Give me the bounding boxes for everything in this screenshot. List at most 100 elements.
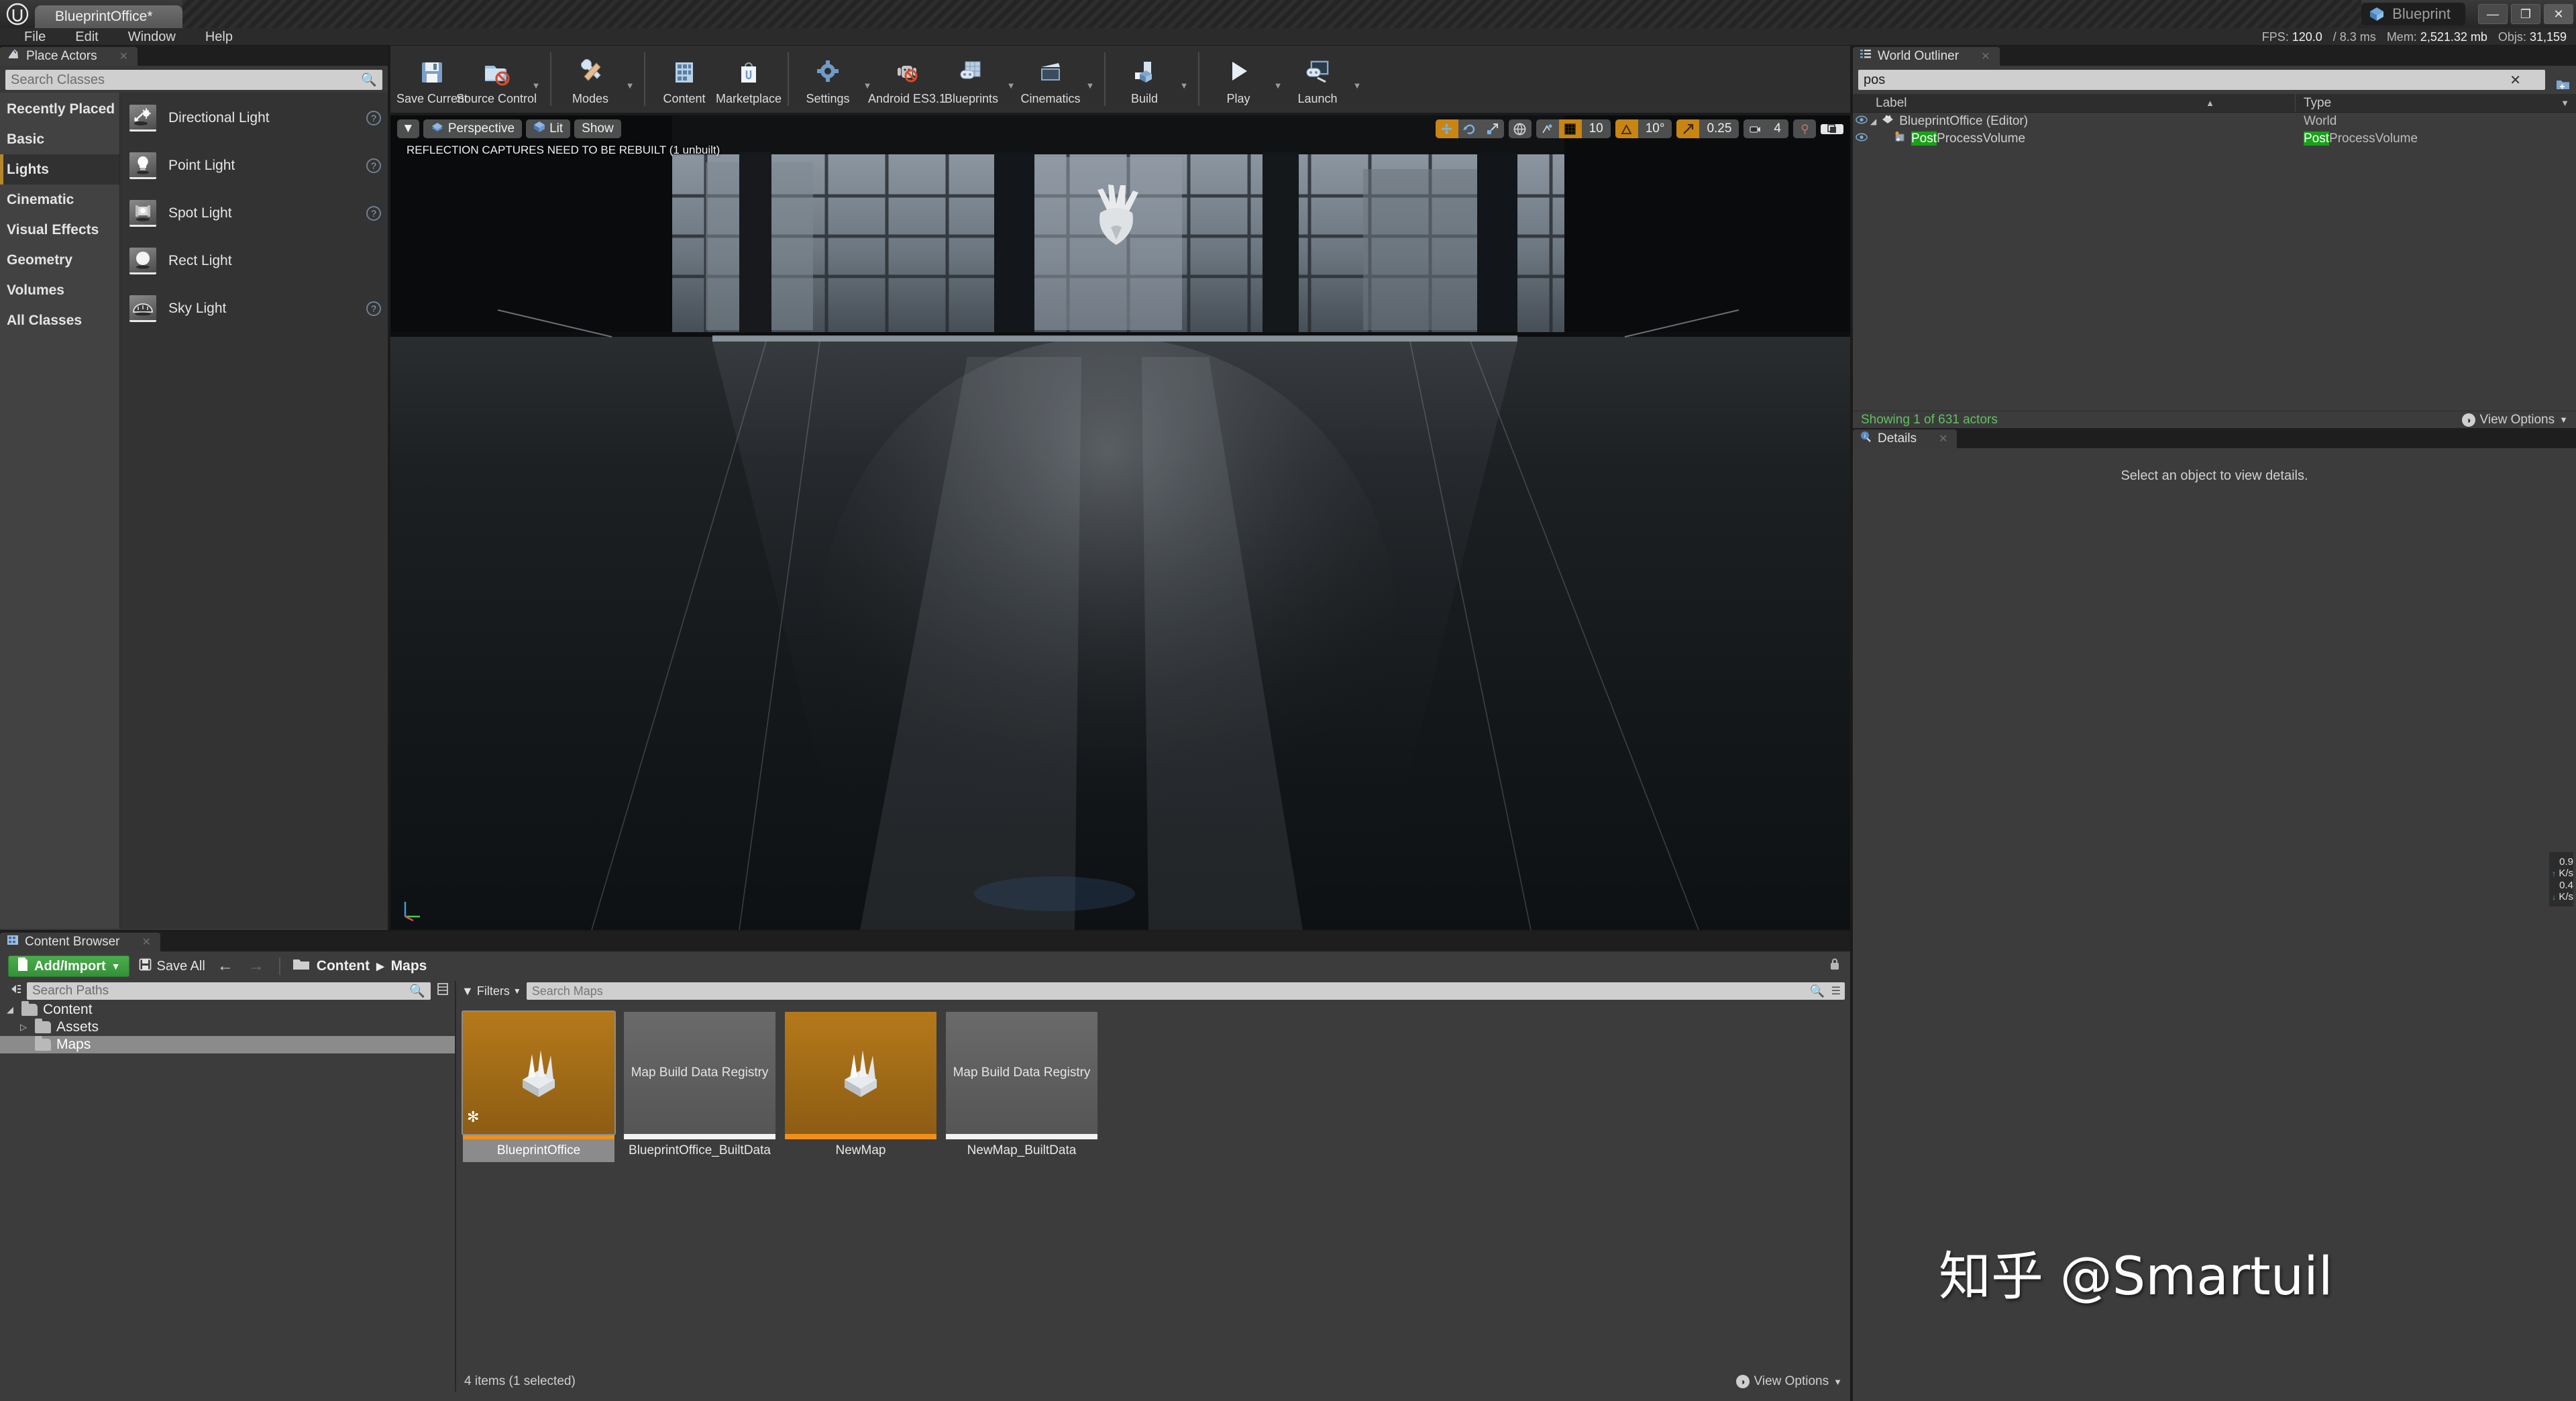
cinematics-caret-icon[interactable]: ▼ bbox=[1083, 46, 1097, 113]
actor-item-sky-light[interactable]: Sky Light ? bbox=[120, 284, 388, 332]
filters-button[interactable]: ▼ Filters ▼ bbox=[462, 984, 521, 998]
visibility-eye-icon[interactable] bbox=[1853, 133, 1870, 145]
play-button[interactable]: Play bbox=[1206, 46, 1271, 113]
surface-snap-icon[interactable] bbox=[1536, 119, 1559, 138]
table-row[interactable]: ◢ BlueprintOffice (Editor) World bbox=[1853, 113, 2576, 130]
help-icon[interactable]: ? bbox=[366, 110, 381, 125]
tab-content-browser[interactable]: Content Browser ✕ bbox=[0, 933, 160, 951]
tab-place-actors[interactable]: Place Actors ✕ bbox=[0, 47, 138, 66]
launch-caret-icon[interactable]: ▼ bbox=[1350, 46, 1364, 113]
actor-item-point-light[interactable]: Point Light ? bbox=[120, 142, 388, 189]
maximize-button[interactable]: ❐ bbox=[2511, 4, 2540, 24]
help-icon[interactable]: ? bbox=[366, 205, 381, 221]
build-caret-icon[interactable]: ▼ bbox=[1177, 46, 1191, 113]
category-basic[interactable]: Basic bbox=[0, 124, 119, 154]
category-lights[interactable]: Lights bbox=[0, 154, 119, 185]
angle-snap-value[interactable]: 10° bbox=[1638, 119, 1672, 138]
blueprints-button[interactable]: Blueprints bbox=[939, 46, 1004, 113]
category-geometry[interactable]: Geometry bbox=[0, 245, 119, 275]
expand-arrow-icon[interactable]: ◢ bbox=[1870, 117, 1876, 126]
search-classes-input[interactable]: Search Classes 🔍 bbox=[5, 70, 382, 90]
expand-arrow-icon[interactable]: ◢ bbox=[4, 1004, 16, 1015]
maximize-viewport-icon[interactable] bbox=[1821, 123, 1843, 134]
build-button[interactable]: Build bbox=[1112, 46, 1177, 113]
grid-snap-value[interactable]: 10 bbox=[1582, 119, 1611, 138]
blueprints-caret-icon[interactable]: ▼ bbox=[1004, 46, 1018, 113]
tab-details[interactable]: i Details ✕ bbox=[1853, 429, 1957, 448]
category-all-classes[interactable]: All Classes bbox=[0, 305, 119, 335]
minimize-button[interactable]: — bbox=[2478, 4, 2508, 24]
menu-window[interactable]: Window bbox=[113, 28, 191, 46]
tree-item-assets[interactable]: ▷ Assets bbox=[0, 1019, 455, 1036]
category-recently-placed[interactable]: Recently Placed bbox=[0, 94, 119, 124]
menu-edit[interactable]: Edit bbox=[60, 28, 113, 46]
tab-world-outliner[interactable]: World Outliner ✕ bbox=[1853, 47, 2000, 66]
column-type[interactable]: Type ▼ bbox=[2296, 96, 2576, 111]
tab-close-icon[interactable]: ✕ bbox=[142, 935, 151, 949]
close-button[interactable]: ✕ bbox=[2544, 4, 2573, 24]
camera-speed-icon[interactable] bbox=[1743, 119, 1766, 138]
category-visual-effects[interactable]: Visual Effects bbox=[0, 215, 119, 245]
menu-file[interactable]: File bbox=[9, 28, 60, 46]
navigate-forward-button[interactable]: → bbox=[246, 957, 267, 976]
viewport-lit-button[interactable]: Lit bbox=[526, 119, 571, 138]
expand-arrow-icon[interactable]: ▷ bbox=[17, 1022, 30, 1033]
column-label[interactable]: Label ▲ bbox=[1853, 94, 2296, 112]
help-icon[interactable]: ? bbox=[366, 158, 381, 173]
visibility-eye-icon[interactable] bbox=[1853, 115, 1870, 127]
collapse-sources-icon[interactable] bbox=[5, 982, 21, 1000]
eye-dropper-icon[interactable] bbox=[1793, 119, 1816, 138]
viewport-perspective-button[interactable]: Perspective bbox=[423, 119, 523, 138]
outliner-search-input[interactable]: pos ✕ bbox=[1858, 70, 2545, 90]
scale-snap-value[interactable]: 0.25 bbox=[1699, 119, 1739, 138]
outliner-view-options-button[interactable]: ◑ View Options ▼ bbox=[2461, 413, 2568, 427]
asset-tile-newmap[interactable]: NewMap bbox=[785, 1012, 936, 1162]
level-viewport[interactable]: ▼ Perspective Lit Show 10 10° 0.25 4 REF… bbox=[390, 115, 1850, 930]
search-history-icon[interactable]: ☰ bbox=[1831, 984, 1841, 998]
tab-close-icon[interactable]: ✕ bbox=[1981, 50, 1990, 63]
breadcrumb-item-maps[interactable]: Maps bbox=[391, 958, 427, 974]
breadcrumb-item-content[interactable]: Content bbox=[317, 958, 370, 974]
viewport-show-button[interactable]: Show bbox=[574, 119, 621, 138]
tab-close-icon[interactable]: ✕ bbox=[1939, 432, 1947, 446]
navigate-back-button[interactable]: ← bbox=[215, 957, 236, 976]
create-folder-icon[interactable] bbox=[2556, 78, 2571, 95]
camera-speed-value[interactable]: 4 bbox=[1766, 119, 1788, 138]
lock-content-browser-icon[interactable] bbox=[1827, 957, 1842, 976]
sources-view-options-icon[interactable] bbox=[436, 982, 449, 1000]
scale-tool-icon[interactable] bbox=[1481, 119, 1504, 138]
scale-snap-icon[interactable] bbox=[1676, 119, 1700, 138]
source-control-caret-icon[interactable]: ▼ bbox=[529, 46, 543, 113]
modes-caret-icon[interactable]: ▼ bbox=[623, 46, 637, 113]
save-current-button[interactable]: Save Current bbox=[396, 46, 468, 113]
angle-snap-icon[interactable] bbox=[1615, 119, 1638, 138]
settings-button[interactable]: Settings bbox=[796, 46, 860, 113]
world-space-icon[interactable] bbox=[1509, 119, 1532, 138]
android-es31-button[interactable]: Android ES3.1 bbox=[868, 46, 946, 113]
help-icon[interactable]: ? bbox=[366, 301, 381, 316]
actor-item-spot-light[interactable]: Spot Light ? bbox=[120, 189, 388, 237]
cinematics-button[interactable]: Cinematics bbox=[1018, 46, 1083, 113]
content-button[interactable]: Content bbox=[652, 46, 716, 113]
asset-tile-blueprintoffice-builtdata[interactable]: Map Build Data Registry BlueprintOffice_… bbox=[624, 1012, 775, 1162]
tree-item-content[interactable]: ◢ Content bbox=[0, 1001, 455, 1019]
actor-item-directional-light[interactable]: Directional Light ? bbox=[120, 94, 388, 142]
clear-search-icon[interactable]: ✕ bbox=[2510, 72, 2521, 89]
asset-tile-newmap-builtdata[interactable]: Map Build Data Registry NewMap_BuiltData bbox=[946, 1012, 1097, 1162]
rotate-tool-icon[interactable] bbox=[1458, 119, 1481, 138]
category-cinematic[interactable]: Cinematic bbox=[0, 185, 119, 215]
content-view-options-button[interactable]: ◑ View Options ▼ bbox=[1735, 1374, 1842, 1389]
level-tab[interactable]: BlueprintOffice* bbox=[35, 5, 182, 28]
add-import-button[interactable]: Add/Import ▼ bbox=[8, 955, 129, 977]
actor-item-rect-light[interactable]: Rect Light bbox=[120, 237, 388, 284]
search-paths-input[interactable]: Search Paths 🔍 bbox=[27, 982, 431, 1000]
modes-button[interactable]: Modes bbox=[558, 46, 623, 113]
play-caret-icon[interactable]: ▼ bbox=[1271, 46, 1285, 113]
save-all-button[interactable]: Save All bbox=[139, 958, 205, 975]
marketplace-button[interactable]: Marketplace bbox=[716, 46, 782, 113]
tab-close-icon[interactable]: ✕ bbox=[119, 50, 128, 63]
move-tool-icon[interactable] bbox=[1435, 119, 1458, 138]
column-filter-icon[interactable]: ▼ bbox=[2561, 98, 2569, 108]
search-assets-input[interactable]: Search Maps 🔍 ☰ bbox=[526, 982, 1845, 1000]
source-control-button[interactable]: Source Control bbox=[456, 46, 537, 113]
